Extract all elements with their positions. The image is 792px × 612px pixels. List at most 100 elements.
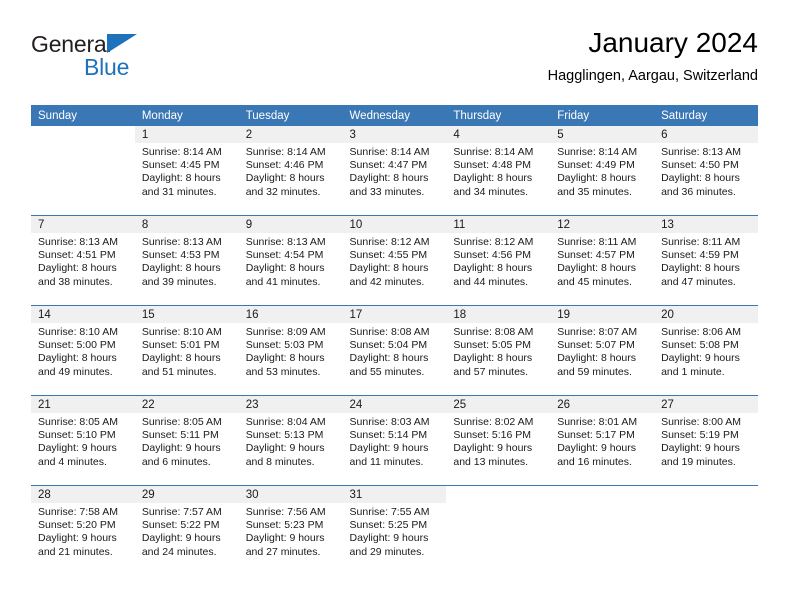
sunrise-text: Sunrise: 8:08 AM (453, 326, 534, 338)
day-cell[interactable]: 31 Sunrise: 7:55 AM Sunset: 5:25 PM Dayligh… (342, 486, 447, 561)
day-details: Sunrise: 8:01 AM Sunset: 5:17 PM Daylight:… (550, 413, 654, 469)
day-cell[interactable]: 3 Sunrise: 8:14 AM Sunset: 4:47 PM Daylight… (342, 126, 447, 201)
day-details: Sunrise: 8:03 AM Sunset: 5:14 PM Daylight:… (343, 413, 447, 469)
day-cell[interactable]: 2 Sunrise: 8:14 AM Sunset: 4:46 PM Daylight… (238, 126, 343, 201)
day-details: Sunrise: 8:06 AM Sunset: 5:08 PM Daylight:… (654, 323, 758, 379)
day-details: Sunrise: 8:09 AM Sunset: 5:03 PM Daylight:… (239, 323, 343, 379)
week-row: 7 Sunrise: 8:13 AM Sunset: 4:51 PM Daylight… (31, 215, 758, 291)
day-cell[interactable]: 19 Sunrise: 8:07 AM Sunset: 5:07 PM Dayligh… (550, 306, 655, 381)
daylight-text-line2: and 59 minutes. (557, 365, 632, 378)
daylight-text-line1: Daylight: 8 hours (557, 352, 637, 365)
weekday-header-thursday: Thursday (446, 105, 551, 126)
day-cell[interactable]: 16 Sunrise: 8:09 AM Sunset: 5:03 PM Dayligh… (238, 306, 343, 381)
day-details: Sunrise: 8:14 AM Sunset: 4:47 PM Daylight:… (343, 143, 447, 199)
day-cell[interactable]: 26 Sunrise: 8:01 AM Sunset: 5:17 PM Dayligh… (550, 396, 655, 471)
daylight-text-line1: Daylight: 9 hours (661, 442, 740, 455)
daylight-text-line1: Daylight: 8 hours (453, 352, 533, 365)
day-cell[interactable]: 24 Sunrise: 8:03 AM Sunset: 5:14 PM Dayligh… (342, 396, 447, 471)
day-cell[interactable]: 10 Sunrise: 8:12 AM Sunset: 4:55 PM Dayligh… (342, 216, 447, 291)
daylight-text-line2: and 24 minutes. (141, 545, 217, 558)
day-details: Sunrise: 8:04 AM Sunset: 5:13 PM Daylight:… (239, 413, 343, 469)
calendar-cell: 24 Sunrise: 8:03 AM Sunset: 5:14 PM Dayligh… (342, 395, 447, 471)
sunrise-text: Sunrise: 8:14 AM (557, 146, 638, 158)
day-details: Sunrise: 8:13 AM Sunset: 4:51 PM Daylight:… (31, 233, 135, 289)
day-cell[interactable]: 27 Sunrise: 8:00 AM Sunset: 5:19 PM Dayligh… (654, 396, 758, 471)
calendar-cell: 14 Sunrise: 8:10 AM Sunset: 5:00 PM Dayligh… (31, 305, 135, 381)
calendar-cell: 31 Sunrise: 7:55 AM Sunset: 5:25 PM Dayligh… (342, 485, 447, 561)
day-cell[interactable]: 1 Sunrise: 8:14 AM Sunset: 4:45 PM Daylight… (134, 126, 239, 201)
sunrise-text: Sunrise: 8:01 AM (557, 416, 638, 428)
daylight-text-line1: Daylight: 8 hours (38, 352, 117, 365)
day-cell[interactable]: 22 Sunrise: 8:05 AM Sunset: 5:11 PM Dayligh… (134, 396, 239, 471)
day-cell[interactable]: 4 Sunrise: 8:14 AM Sunset: 4:48 PM Daylight… (446, 126, 551, 201)
day-cell[interactable]: 12 Sunrise: 8:11 AM Sunset: 4:57 PM Dayligh… (550, 216, 655, 291)
daylight-text-line1: Daylight: 8 hours (245, 172, 325, 185)
day-cell[interactable]: 25 Sunrise: 8:02 AM Sunset: 5:16 PM Dayligh… (446, 396, 551, 471)
day-cell-empty (654, 486, 758, 561)
day-details: Sunrise: 7:56 AM Sunset: 5:23 PM Daylight:… (239, 503, 343, 559)
day-details (31, 143, 135, 146)
day-cell[interactable]: 21 Sunrise: 8:05 AM Sunset: 5:10 PM Dayligh… (31, 396, 135, 471)
day-cell[interactable]: 28 Sunrise: 7:58 AM Sunset: 5:20 PM Dayligh… (31, 486, 135, 561)
day-details: Sunrise: 7:57 AM Sunset: 5:22 PM Daylight:… (135, 503, 239, 559)
daylight-text-line2: and 11 minutes. (349, 455, 424, 468)
sunrise-text: Sunrise: 8:13 AM (38, 236, 118, 248)
calendar-cell: 19 Sunrise: 8:07 AM Sunset: 5:07 PM Dayligh… (550, 305, 655, 381)
sunrise-text: Sunrise: 8:13 AM (245, 236, 326, 248)
day-number: 11 (446, 216, 551, 233)
calendar-cell: 21 Sunrise: 8:05 AM Sunset: 5:10 PM Dayligh… (31, 395, 135, 471)
day-number: 27 (654, 396, 758, 413)
sunrise-text: Sunrise: 8:03 AM (349, 416, 430, 428)
day-details: Sunrise: 8:10 AM Sunset: 5:00 PM Daylight:… (31, 323, 135, 379)
day-details: Sunrise: 8:14 AM Sunset: 4:48 PM Daylight:… (446, 143, 550, 199)
calendar-cell (654, 485, 758, 561)
daylight-text-line2: and 16 minutes. (557, 455, 632, 468)
day-cell[interactable]: 18 Sunrise: 8:08 AM Sunset: 5:05 PM Dayligh… (446, 306, 551, 381)
day-cell[interactable]: 9 Sunrise: 8:13 AM Sunset: 4:54 PM Daylight… (238, 216, 343, 291)
daylight-text-line1: Daylight: 9 hours (349, 532, 429, 545)
day-details: Sunrise: 8:08 AM Sunset: 5:05 PM Daylight:… (446, 323, 550, 379)
day-cell[interactable]: 5 Sunrise: 8:14 AM Sunset: 4:49 PM Daylight… (550, 126, 655, 201)
daylight-text-line2: and 21 minutes. (38, 545, 113, 558)
sunrise-text: Sunrise: 8:14 AM (245, 146, 326, 158)
day-number: 26 (550, 396, 655, 413)
day-number: 19 (550, 306, 655, 323)
sunrise-text: Sunrise: 7:55 AM (349, 506, 430, 518)
sunrise-text: Sunrise: 7:56 AM (245, 506, 326, 518)
sunrise-text: Sunrise: 8:07 AM (557, 326, 638, 338)
day-details: Sunrise: 8:14 AM Sunset: 4:49 PM Daylight:… (550, 143, 654, 199)
day-cell[interactable]: 14 Sunrise: 8:10 AM Sunset: 5:00 PM Dayligh… (31, 306, 135, 381)
sunrise-text: Sunrise: 8:12 AM (349, 236, 430, 248)
daylight-text-line1: Daylight: 9 hours (453, 442, 533, 455)
day-cell[interactable]: 8 Sunrise: 8:13 AM Sunset: 4:53 PM Daylight… (134, 216, 239, 291)
sunrise-text: Sunrise: 8:06 AM (661, 326, 742, 338)
day-cell[interactable]: 30 Sunrise: 7:56 AM Sunset: 5:23 PM Dayligh… (238, 486, 343, 561)
day-details: Sunrise: 8:08 AM Sunset: 5:04 PM Daylight:… (343, 323, 447, 379)
day-cell[interactable]: 13 Sunrise: 8:11 AM Sunset: 4:59 PM Dayligh… (654, 216, 758, 291)
day-cell[interactable]: 11 Sunrise: 8:12 AM Sunset: 4:56 PM Dayligh… (446, 216, 551, 291)
day-cell[interactable]: 15 Sunrise: 8:10 AM Sunset: 5:01 PM Dayligh… (134, 306, 239, 381)
day-details: Sunrise: 8:14 AM Sunset: 4:45 PM Daylight:… (135, 143, 239, 199)
weekday-header-tuesday: Tuesday (238, 105, 343, 126)
daylight-text-line2: and 27 minutes. (245, 545, 321, 558)
title-block: January 2024 Hagglingen, Aargau, Switzer… (548, 26, 758, 86)
day-cell[interactable]: 23 Sunrise: 8:04 AM Sunset: 5:13 PM Dayligh… (238, 396, 343, 471)
day-number (550, 486, 655, 503)
calendar-cell: 20 Sunrise: 8:06 AM Sunset: 5:08 PM Dayligh… (654, 305, 758, 381)
day-number: 3 (342, 126, 447, 143)
day-cell[interactable]: 20 Sunrise: 8:06 AM Sunset: 5:08 PM Dayligh… (654, 306, 758, 381)
sunset-text: Sunset: 5:22 PM (141, 519, 220, 532)
sunset-text: Sunset: 5:13 PM (245, 429, 324, 442)
sunset-text: Sunset: 4:59 PM (661, 249, 739, 262)
day-cell[interactable]: 17 Sunrise: 8:08 AM Sunset: 5:04 PM Dayligh… (342, 306, 447, 381)
brand-logo[interactable]: General Blue (31, 32, 241, 90)
calendar-cell: 6 Sunrise: 8:13 AM Sunset: 4:50 PM Daylight… (654, 126, 758, 201)
calendar-grid: Sunday Monday Tuesday Wednesday Thursday Frid… (31, 105, 758, 561)
sunset-text: Sunset: 5:07 PM (557, 339, 635, 352)
day-cell[interactable]: 7 Sunrise: 8:13 AM Sunset: 4:51 PM Daylight… (31, 216, 135, 291)
day-cell[interactable]: 6 Sunrise: 8:13 AM Sunset: 4:50 PM Daylight… (654, 126, 758, 201)
week-spacer (31, 291, 758, 306)
day-cell[interactable]: 29 Sunrise: 7:57 AM Sunset: 5:22 PM Dayligh… (134, 486, 239, 561)
daylight-text-line2: and 41 minutes. (245, 275, 321, 288)
sunset-text: Sunset: 4:46 PM (245, 159, 324, 172)
